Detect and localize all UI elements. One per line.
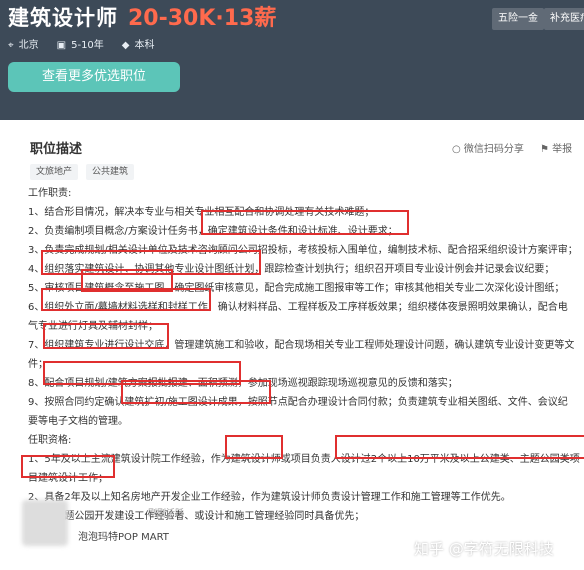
benefit-tag: 五险一金 [492,8,544,30]
company-avatar[interactable] [22,500,68,546]
meta-location: ⌖ 北京 [8,36,39,51]
highlight-box [335,435,584,459]
share-label: 微信扫码分享 [463,144,524,155]
share-icon: ○ [452,144,461,155]
desc-line: 要等电子文档的管理。 [28,416,128,427]
job-title: 建筑设计师 [8,6,118,30]
highlight-box [43,323,169,349]
location-icon: ⌖ [8,40,14,51]
job-header: 建筑设计师 20-30K·13薪 五险一金 补充医疗 ⌖ 北京 ▣ 5-10年 ◆ 本… [0,0,584,120]
company-name[interactable]: 泡泡玛特POP MART [78,528,169,543]
briefcase-icon: ▣ [56,40,67,51]
watermark: 知乎 @字符无限科技 [414,540,554,558]
category-chip: 文旅地产 [30,164,79,180]
education-icon: ◆ [121,40,130,51]
highlight-box [201,210,409,235]
highlight-box [21,455,115,478]
share-button[interactable]: ○ 微信扫码分享 [452,140,524,155]
benefit-tag: 补充医疗 [544,8,584,30]
report-button[interactable]: ⚑ 举报 [540,140,572,155]
job-meta: ⌖ 北京 ▣ 5-10年 ◆ 本科 [8,36,155,51]
desc-line: 9、按照合同约定确认建筑扩初/施工图设计成果，按照节点配合办理设计合同付款；负责… [28,397,568,408]
job-description-card: 职位描述 ○ 微信扫码分享 ⚑ 举报 文旅地产 公共建筑 工作职责: 1、结合形… [8,128,584,570]
desc-line: 3、有主题公园开发建设工作经验者、或设计和施工管理经验同时具备优先； [28,511,365,522]
meta-location-text: 北京 [18,40,39,51]
highlight-box [41,288,211,311]
desc-line: 2、具备2年及以上知名房地产开发企业工作经验，作为建筑设计师负责设计管理工作和施… [28,492,511,503]
desc-line: 工作职责: [28,188,72,199]
category-chip: 公共建筑 [86,164,135,180]
section-title: 职位描述 [30,142,83,157]
salary: 20-30K·13薪 [128,6,277,31]
meta-education: ◆ 本科 [122,36,155,51]
highlight-box [81,269,173,292]
more-jobs-button[interactable]: 查看更多优选职位 [8,62,180,92]
report-label: 举报 [552,144,573,155]
highlight-box [225,435,283,459]
meta-experience-text: 5-10年 [71,40,104,51]
report-icon: ⚑ [540,144,549,155]
meta-experience: ▣ 5-10年 [57,36,104,51]
meta-education-text: 本科 [134,40,155,51]
highlight-box [121,380,271,404]
active-status: 刚刚活跃 [148,509,185,519]
